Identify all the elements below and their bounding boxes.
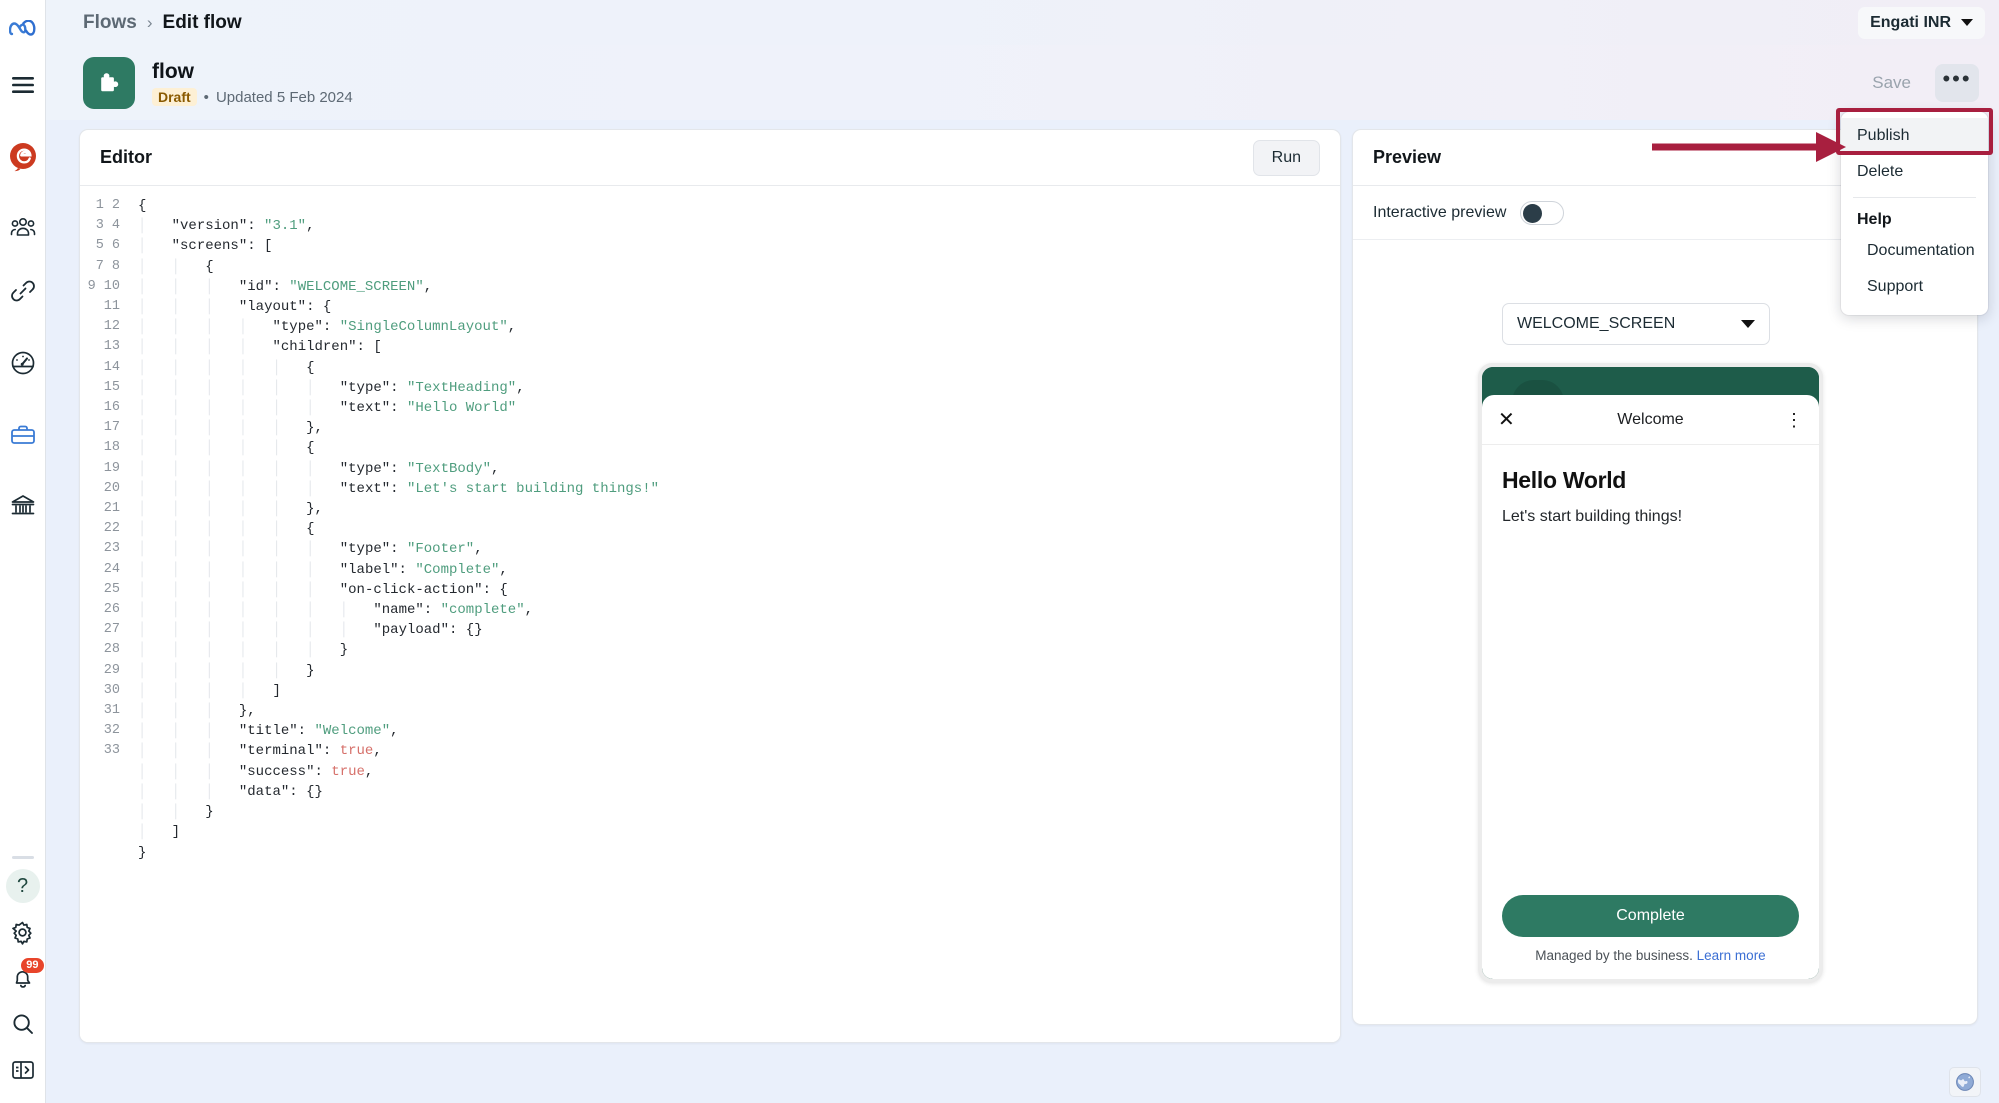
menu-section-help: Help [1841, 205, 1988, 233]
flow-sheet: ✕ Welcome ⋮ Hello World Let's start buil… [1482, 395, 1819, 979]
updated-text: Updated 5 Feb 2024 [216, 89, 353, 106]
editor-panel: Editor Run 1 2 3 4 5 6 7 8 9 10 11 12 13… [79, 129, 1341, 1043]
interactive-preview-toggle[interactable] [1520, 201, 1564, 225]
learn-more-link[interactable]: Learn more [1697, 948, 1766, 963]
menu-item-publish[interactable]: Publish [1841, 118, 1988, 154]
screen-select-value: WELCOME_SCREEN [1517, 315, 1675, 333]
code-content[interactable]: { │ "version": "3.1", │ "screens": [ │ │… [128, 186, 1340, 1043]
hamburger-menu-icon[interactable] [0, 62, 46, 108]
header-actions: Save ••• [1862, 64, 1979, 102]
panel-toggle-icon[interactable] [0, 1047, 46, 1093]
chevron-right-icon: › [147, 13, 153, 33]
preview-title: Preview [1373, 147, 1441, 168]
menu-item-support[interactable]: Support [1841, 269, 1988, 305]
speedometer-icon[interactable] [0, 340, 46, 386]
briefcase-icon[interactable] [0, 412, 46, 458]
top-bar: Flows › Edit flow Engati INR [46, 0, 1999, 45]
help-icon-glyph: ? [6, 869, 40, 903]
bell-icon[interactable]: 99 [0, 955, 46, 1001]
search-icon[interactable] [0, 1001, 46, 1047]
managed-note: Managed by the business. Learn more [1502, 948, 1799, 963]
sheet-title: Welcome [1482, 411, 1819, 429]
flow-subtitle: Draft • Updated 5 Feb 2024 [152, 88, 353, 106]
flow-meta: flow Draft • Updated 5 Feb 2024 [152, 59, 353, 106]
bank-icon[interactable] [0, 482, 46, 528]
meta-separator: • [204, 89, 209, 106]
managed-text: Managed by the business. [1535, 948, 1693, 963]
more-options-menu: Publish Delete Help Documentation Suppor… [1841, 112, 1988, 315]
menu-divider [1853, 197, 1976, 198]
page-title: flow [152, 59, 353, 85]
app-root: ? 99 [0, 0, 1999, 1103]
interactive-preview-label: Interactive preview [1373, 204, 1506, 222]
sheet-footer: Complete Managed by the business. Learn … [1482, 895, 1819, 979]
account-name: Engati INR [1870, 14, 1951, 32]
more-options-button[interactable]: ••• [1935, 64, 1979, 102]
preview-body: WELCOME_SCREEN ✕ Welcome ⋮ [1353, 240, 1977, 1025]
page-header: flow Draft • Updated 5 Feb 2024 Save ••• [46, 45, 1999, 120]
chevron-down-icon [1741, 320, 1755, 328]
sheet-body: Hello World Let's start building things! [1482, 445, 1819, 895]
run-button[interactable]: Run [1253, 140, 1320, 176]
toggle-knob [1523, 204, 1542, 223]
breadcrumb-current: Edit flow [163, 12, 242, 34]
account-switcher[interactable]: Engati INR [1858, 7, 1985, 39]
status-badge: Draft [152, 88, 197, 106]
editor-header: Editor Run [80, 130, 1340, 186]
globe-icon[interactable] [1949, 1067, 1981, 1097]
line-number-gutter: 1 2 3 4 5 6 7 8 9 10 11 12 13 14 15 16 1… [80, 186, 128, 1043]
text-body: Let's start building things! [1502, 508, 1799, 526]
close-icon[interactable]: ✕ [1498, 410, 1515, 430]
meta-logo-icon[interactable] [0, 6, 46, 52]
rail-top-group [0, 0, 45, 528]
people-icon[interactable] [0, 204, 46, 250]
screen-select-dropdown[interactable]: WELCOME_SCREEN [1502, 303, 1770, 345]
menu-item-documentation[interactable]: Documentation [1841, 233, 1988, 269]
help-icon[interactable]: ? [0, 863, 46, 909]
save-button[interactable]: Save [1862, 67, 1921, 99]
link-icon[interactable] [0, 268, 46, 314]
menu-item-delete[interactable]: Delete [1841, 154, 1988, 190]
left-nav-rail: ? 99 [0, 0, 46, 1103]
breadcrumb: Flows › Edit flow [83, 12, 242, 34]
phone-screen: ✕ Welcome ⋮ Hello World Let's start buil… [1482, 367, 1819, 979]
editor-title: Editor [100, 147, 152, 168]
phone-mockup: ✕ Welcome ⋮ Hello World Let's start buil… [1478, 363, 1823, 983]
code-editor[interactable]: 1 2 3 4 5 6 7 8 9 10 11 12 13 14 15 16 1… [80, 186, 1340, 1043]
gear-icon[interactable] [0, 909, 46, 955]
breadcrumb-flows[interactable]: Flows [83, 12, 137, 34]
complete-button[interactable]: Complete [1502, 895, 1799, 937]
notification-badge: 99 [21, 958, 43, 973]
flow-avatar [83, 57, 135, 109]
sheet-toolbar: ✕ Welcome ⋮ [1482, 395, 1819, 445]
rail-bottom-group: ? 99 [0, 850, 45, 1093]
engati-logo-icon[interactable] [0, 134, 46, 180]
chevron-down-icon [1961, 19, 1973, 26]
text-heading: Hello World [1502, 467, 1799, 494]
kebab-menu-icon[interactable]: ⋮ [1785, 411, 1803, 429]
rail-divider [12, 856, 34, 859]
